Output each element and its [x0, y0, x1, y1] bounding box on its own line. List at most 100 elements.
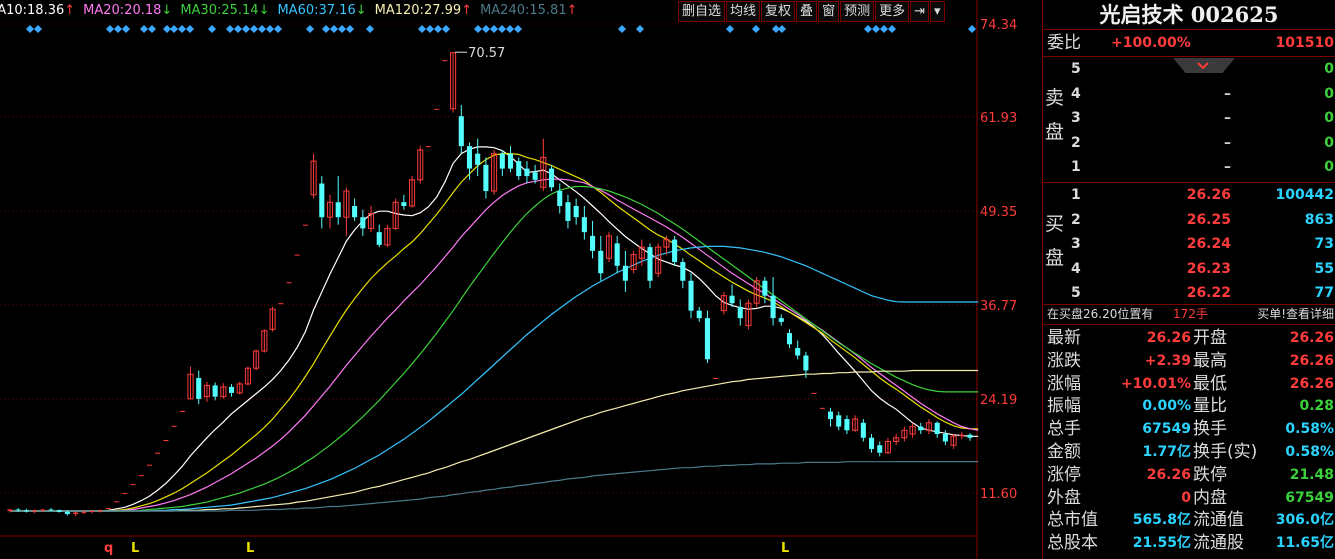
- signal-diamond-icon: [618, 25, 626, 33]
- candle-body: [942, 434, 948, 442]
- ma-label: MA60:: [277, 3, 319, 18]
- sell-level-row[interactable]: 4 – 0: [1043, 82, 1335, 106]
- level-price: –: [1224, 110, 1231, 126]
- buy-level-row[interactable]: 2 26.25 863: [1043, 208, 1335, 232]
- level-volume: 0: [1324, 85, 1334, 102]
- candle-body: [122, 493, 128, 495]
- stat-value: 0.28: [1299, 398, 1334, 415]
- level-price: –: [1224, 134, 1231, 151]
- candle-body: [573, 205, 579, 218]
- weibi-label: 委比: [1047, 33, 1081, 53]
- candle-body: [614, 243, 620, 266]
- candle-body: [860, 422, 866, 438]
- signal-diamond-icon: [778, 25, 786, 33]
- candle-body: [507, 153, 514, 169]
- queue-detail-link[interactable]: 买单!查看详细: [1257, 304, 1334, 324]
- queue-hands: 172手: [1173, 307, 1208, 321]
- kline-chart[interactable]: 74.34 61.93 49.35 36.77 24.19 11.60 70.57 q L L L …: [0, 0, 1042, 559]
- signal-diamond-icon: [418, 25, 426, 33]
- overlay-button[interactable]: 叠: [796, 1, 818, 22]
- stat-label: 量比: [1193, 396, 1227, 417]
- ma-legend-item: MA30:25.14↓: [180, 3, 269, 18]
- toolbar-dropdown-button[interactable]: ▾: [930, 1, 945, 22]
- price-axis-label: 36.77: [980, 299, 1017, 314]
- ma-legend-item: MA240:15.81↑: [480, 3, 577, 18]
- stat-value: 306.0亿: [1275, 512, 1334, 529]
- stat-label: 外盘: [1047, 487, 1081, 508]
- stat-value: 26.26: [1146, 466, 1191, 483]
- buy-level-row[interactable]: 3 26.24 73: [1043, 232, 1335, 256]
- signal-diamond-icon: [482, 25, 490, 33]
- adjust-button[interactable]: 复权: [761, 1, 796, 22]
- sell-level-row[interactable]: 2 – 0: [1043, 131, 1335, 155]
- signal-diamond-icon: [186, 25, 194, 33]
- stat-value: 26.26: [1289, 330, 1334, 346]
- candle-body: [40, 509, 46, 511]
- stat-value: +2.39: [1144, 352, 1191, 369]
- level-number: 5: [1071, 61, 1081, 77]
- buy-level-row[interactable]: 4 26.23 55: [1043, 257, 1335, 281]
- forecast-button[interactable]: 预测: [840, 1, 875, 22]
- ma-value: 37.16: [318, 3, 356, 18]
- buy-level-row[interactable]: 1 26.26 100442: [1043, 183, 1335, 207]
- stat-value: 0.00%: [1142, 398, 1191, 415]
- candle-body: [672, 239, 678, 263]
- price-axis-label: 24.19: [980, 393, 1017, 408]
- stat-value: 67549: [1285, 489, 1334, 506]
- delete-watchlist-button[interactable]: 删自选: [678, 1, 726, 22]
- level-number: 4: [1071, 260, 1081, 277]
- candle-body: [762, 280, 768, 296]
- kline-canvas[interactable]: 74.34 61.93 49.35 36.77 24.19 11.60 70.57 q L L L: [0, 0, 1042, 559]
- candle-body: [499, 153, 505, 169]
- signal-diamond-icon: [968, 25, 976, 33]
- signal-diamond-icon: [888, 25, 896, 33]
- candle-body: [335, 202, 341, 218]
- stat-value: 0.58%: [1285, 421, 1334, 438]
- sell-level-row[interactable]: 1 – 0: [1043, 155, 1335, 179]
- timeline-marker: q: [104, 541, 113, 556]
- buy-level-row[interactable]: 5 26.22 77: [1043, 281, 1335, 305]
- price-axis-label: 74.34: [980, 18, 1017, 33]
- more-button[interactable]: 更多: [875, 1, 910, 22]
- ma-arrow: ↑: [461, 3, 473, 18]
- candle-body: [548, 168, 555, 188]
- signal-diamond-icon: [474, 25, 482, 33]
- timeline-marker: L: [246, 541, 254, 556]
- level-volume: 77: [1314, 285, 1334, 301]
- candle-body: [212, 385, 218, 397]
- candle-body: [581, 217, 587, 233]
- candle-body: [729, 295, 735, 304]
- level-volume: 55: [1314, 260, 1334, 277]
- stat-row: 涨幅 +10.01% 最低 26.26: [1043, 373, 1335, 396]
- signal-diamond-icon: [726, 25, 734, 33]
- signal-diamond-icon: [864, 25, 872, 33]
- stat-value: 565.8亿: [1132, 512, 1191, 529]
- candle-body: [23, 510, 29, 512]
- stat-row: 涨跌 +2.39 最高 26.26: [1043, 350, 1335, 373]
- signal-diamond-icon: [330, 25, 338, 33]
- candle-body: [114, 501, 120, 503]
- candle-body: [565, 202, 571, 221]
- stat-row: 振幅 0.00% 量比 0.28: [1043, 395, 1335, 418]
- signal-diamond-icon: [34, 25, 42, 33]
- ma-lines-button[interactable]: 均线: [726, 1, 761, 22]
- signal-diamond-icon: [426, 25, 434, 33]
- candle-body: [130, 484, 136, 486]
- candle-body: [598, 250, 604, 274]
- window-button[interactable]: 窗: [818, 1, 840, 22]
- stat-label: 内盘: [1193, 487, 1227, 508]
- signal-diamond-icon: [322, 25, 330, 33]
- stat-label: 总市值: [1047, 510, 1098, 531]
- stat-value: 21.55亿: [1132, 535, 1191, 552]
- signal-diamond-icon: [752, 25, 760, 33]
- sell-level-row[interactable]: 3 – 0: [1043, 106, 1335, 130]
- sell-level-row[interactable]: 50: [1043, 57, 1335, 81]
- pin-button[interactable]: ⇥: [910, 1, 930, 22]
- ma-line-ma30: [10, 178, 979, 512]
- candle-body: [146, 464, 153, 466]
- candle-body: [352, 205, 358, 218]
- stat-value: 0.58%: [1285, 444, 1334, 460]
- candle-body: [56, 510, 62, 512]
- candle-body: [89, 511, 95, 513]
- candle-body: [877, 445, 883, 453]
